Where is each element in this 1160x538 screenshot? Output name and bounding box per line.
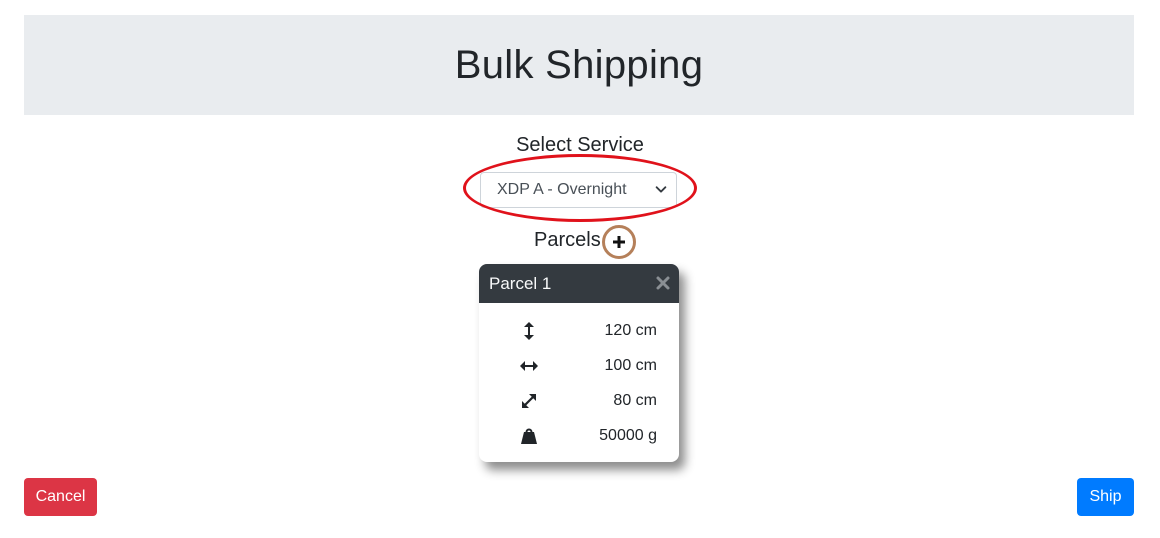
parcels-label: Parcels — [534, 228, 601, 251]
select-service-label: Select Service — [516, 134, 644, 156]
parcel-width-row: 100 cm — [479, 348, 679, 383]
depth-arrows-icon — [519, 391, 539, 411]
parcels-header: Parcels — [534, 228, 601, 252]
parcel-weight-row: 50000 g — [479, 418, 679, 453]
parcel-height-row: 120 cm — [479, 313, 679, 348]
width-arrows-icon — [519, 356, 539, 376]
page-header: Bulk Shipping — [24, 15, 1134, 115]
parcel-height-value: 120 cm — [604, 321, 657, 339]
parcel-card-header: Parcel 1 — [479, 264, 679, 303]
add-parcel-button[interactable] — [602, 225, 636, 259]
plus-icon — [613, 236, 625, 248]
close-icon[interactable] — [655, 275, 671, 291]
parcel-depth-value: 80 cm — [613, 391, 657, 409]
height-arrows-icon — [519, 321, 539, 341]
parcel-width-value: 100 cm — [604, 356, 657, 374]
page-title: Bulk Shipping — [454, 42, 704, 87]
service-select-value: XDP A - Overnight — [497, 181, 627, 198]
parcel-weight-value: 50000 g — [599, 426, 657, 444]
parcel-card: Parcel 1 120 cm 100 cm 80 cm 50000 g — [479, 264, 679, 462]
weight-icon — [519, 426, 539, 446]
parcel-depth-row: 80 cm — [479, 383, 679, 418]
cancel-button[interactable]: Cancel — [24, 478, 97, 516]
chevron-down-icon — [655, 186, 667, 193]
service-select[interactable]: XDP A - Overnight — [480, 172, 677, 208]
parcel-card-body: 120 cm 100 cm 80 cm 50000 g — [479, 303, 679, 453]
parcel-title: Parcel 1 — [489, 273, 552, 293]
ship-button[interactable]: Ship — [1077, 478, 1134, 516]
